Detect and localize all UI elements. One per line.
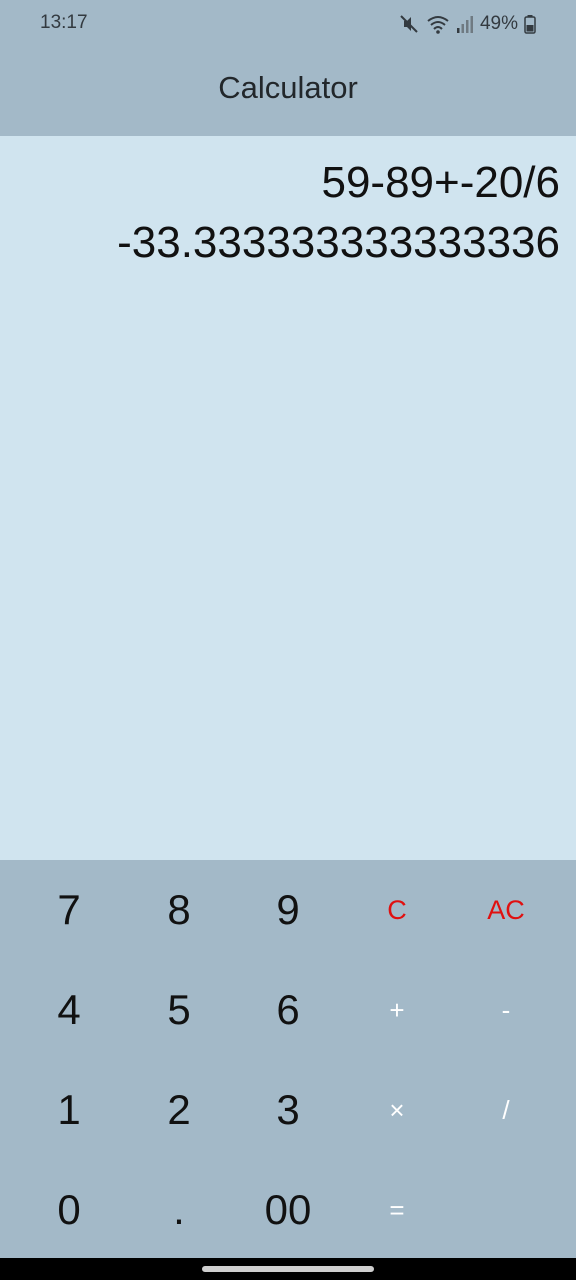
key-9[interactable]: 9 [233, 860, 343, 960]
equals-button[interactable]: = [342, 1160, 452, 1260]
add-button[interactable]: + [342, 960, 452, 1060]
key-7[interactable]: 7 [14, 860, 124, 960]
app-bar: Calculator [0, 48, 576, 136]
wifi-icon [426, 13, 450, 35]
key-4[interactable]: 4 [14, 960, 124, 1060]
navigation-bar [0, 1258, 576, 1280]
key-5[interactable]: 5 [124, 960, 234, 1060]
divide-button[interactable]: / [451, 1060, 561, 1160]
key-6[interactable]: 6 [233, 960, 343, 1060]
calculator-display: 59-89+-20/6 -33.333333333333336 [0, 136, 576, 860]
status-icons: 49% [398, 10, 536, 38]
key-00[interactable]: 00 [233, 1160, 343, 1260]
home-indicator[interactable] [202, 1266, 374, 1272]
result-text: -33.333333333333336 [117, 218, 560, 267]
battery-percentage: 49% [479, 13, 518, 34]
keypad: 7 8 9 C AC 4 5 6 + - 1 2 3 × / 0 . 00 = [0, 860, 576, 1258]
status-bar: 13:17 49% [0, 0, 576, 48]
page-title: Calculator [218, 70, 358, 105]
signal-icon [456, 14, 474, 34]
key-0[interactable]: 0 [14, 1160, 124, 1260]
key-3[interactable]: 3 [233, 1060, 343, 1160]
key-8[interactable]: 8 [124, 860, 234, 960]
status-time: 13:17 [40, 12, 88, 33]
key-1[interactable]: 1 [14, 1060, 124, 1160]
decimal-point-button[interactable]: . [124, 1160, 234, 1260]
expression-text: 59-89+-20/6 [321, 158, 560, 207]
multiply-button[interactable]: × [342, 1060, 452, 1160]
key-2[interactable]: 2 [124, 1060, 234, 1160]
mute-icon [398, 13, 420, 35]
battery-icon [524, 14, 536, 34]
all-clear-button[interactable]: AC [451, 860, 561, 960]
subtract-button[interactable]: - [451, 960, 561, 1060]
clear-button[interactable]: C [342, 860, 452, 960]
